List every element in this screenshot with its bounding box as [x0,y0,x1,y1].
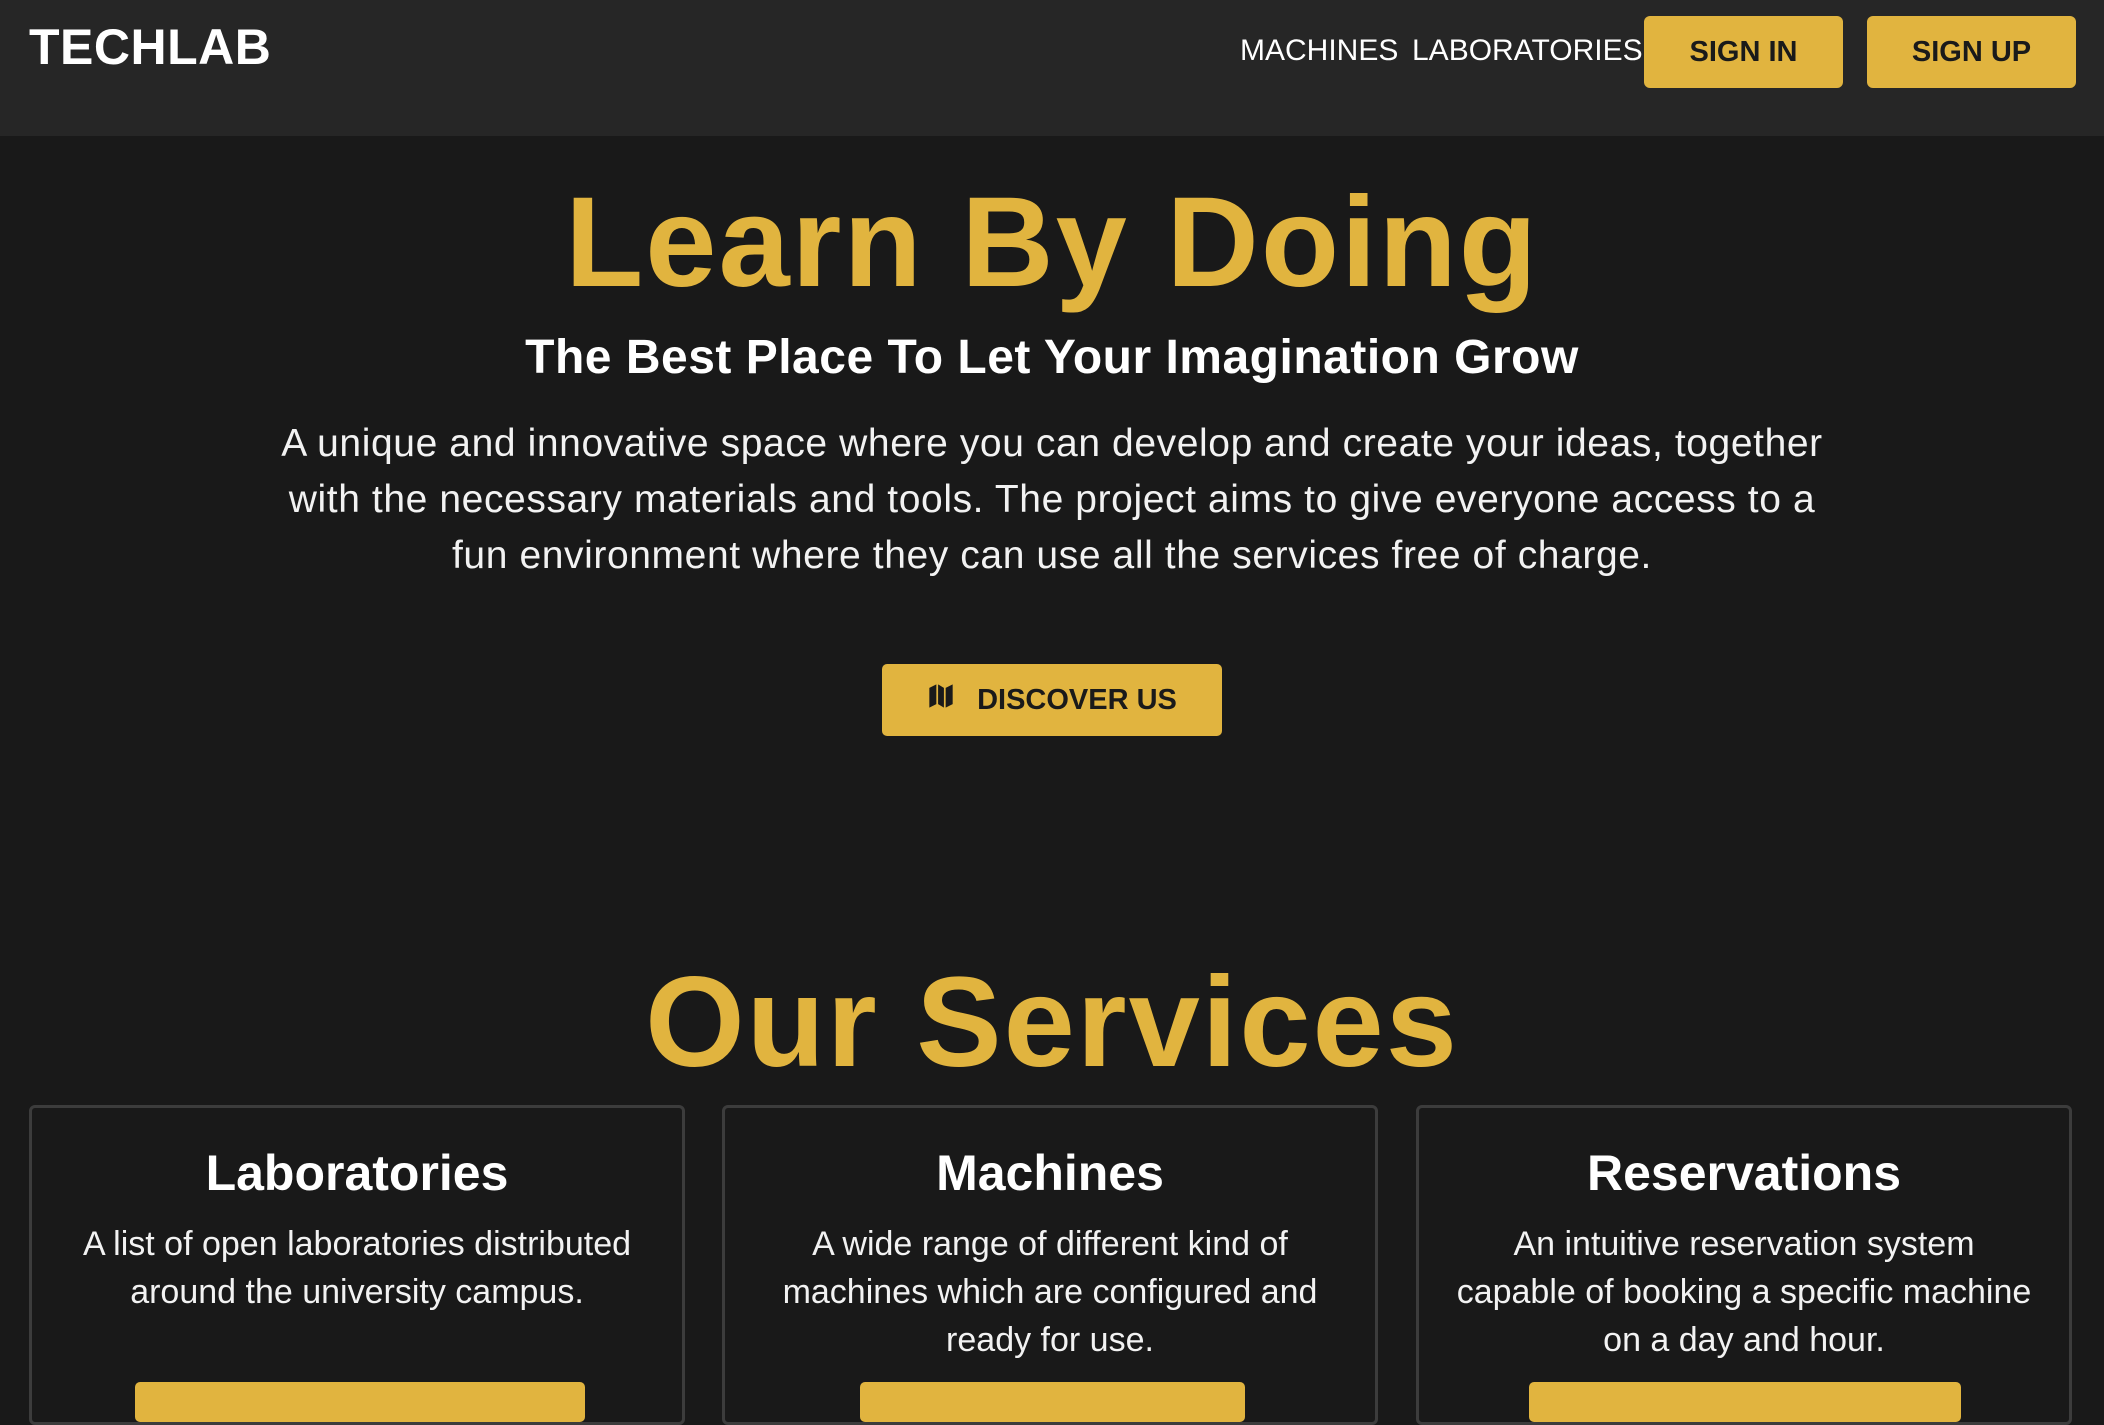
sign-up-button[interactable]: SIGN UP [1867,16,2076,88]
card-description: An intuitive reservation system capable … [1456,1225,2032,1359]
card-description: A list of open laboratories distributed … [82,1225,632,1311]
navbar: TECHLAB MACHINES LABORATORIES SIGN IN SI… [0,0,2104,136]
card-title: Reservations [1586,1145,1902,1201]
hero-subtitle: The Best Place To Let Your Imagination G… [525,331,1579,384]
services-title: Our Services [645,951,1459,1094]
service-card-laboratories: Laboratories A list of open laboratories… [29,1105,685,1425]
hero-title: Learn By Doing [565,171,1539,314]
laboratories-card-button[interactable] [135,1382,585,1422]
nav-link-laboratories[interactable]: LABORATORIES [1412,34,1643,68]
discover-us-button[interactable]: DISCOVER US [882,664,1222,736]
card-description: A wide range of different kind of machin… [782,1225,1318,1359]
machines-card-button[interactable] [860,1382,1245,1422]
card-title: Machines [936,1145,1164,1201]
reservations-card-button[interactable] [1529,1382,1961,1422]
service-card-machines: Machines A wide range of different kind … [722,1105,1378,1425]
sign-in-button[interactable]: SIGN IN [1644,16,1843,88]
discover-us-label: DISCOVER US [977,683,1177,716]
map-icon [927,682,955,718]
hero-description: A unique and innovative space where you … [281,422,1823,577]
card-title: Laboratories [205,1145,509,1201]
brand-logo[interactable]: TECHLAB [29,18,271,76]
service-card-reservations: Reservations An intuitive reservation sy… [1416,1105,2072,1425]
nav-link-machines[interactable]: MACHINES [1240,34,1398,68]
